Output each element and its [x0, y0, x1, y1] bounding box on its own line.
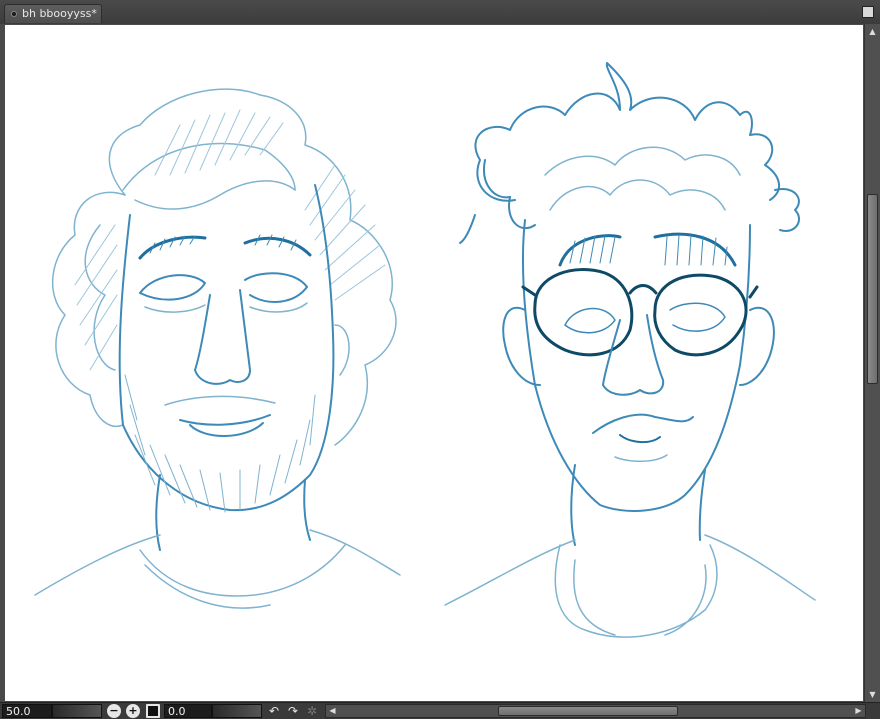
sketch-artwork	[34, 62, 816, 638]
drawing-canvas[interactable]	[5, 25, 863, 701]
document-title-bar: bh bbooyyss*	[0, 0, 880, 25]
document-tab[interactable]: bh bbooyyss*	[4, 4, 102, 23]
zoom-out-icon[interactable]: −	[107, 704, 121, 718]
scroll-right-icon[interactable]: ▶	[854, 706, 863, 716]
scroll-down-icon[interactable]: ▼	[868, 690, 877, 699]
zoom-input[interactable]: 50.0	[2, 704, 52, 718]
vertical-scrollbar[interactable]: ▲ ▼	[864, 24, 880, 702]
reset-rotation-icon[interactable]: ✲	[305, 704, 319, 718]
status-bar: 50.0 − + 0.0 ↶ ↷ ✲ ◀ ▶	[0, 702, 880, 719]
canvas-area: ▲ ▼	[0, 24, 880, 702]
horizontal-scroll-thumb[interactable]	[498, 706, 678, 716]
panel-menu-button[interactable]	[862, 6, 874, 18]
zoom-slider[interactable]	[52, 704, 102, 718]
document-tab-title: bh bbooyyss*	[22, 7, 97, 20]
rotation-input[interactable]: 0.0	[164, 704, 212, 718]
right-face-sketch	[444, 62, 816, 638]
scroll-up-icon[interactable]: ▲	[868, 27, 877, 36]
horizontal-scrollbar[interactable]: ◀ ▶	[325, 704, 866, 718]
vertical-scroll-thumb[interactable]	[867, 194, 878, 384]
tab-close-icon[interactable]	[11, 11, 17, 17]
rotation-slider[interactable]	[212, 704, 262, 718]
scroll-left-icon[interactable]: ◀	[328, 706, 337, 716]
left-face-sketch	[34, 88, 401, 609]
rotate-left-icon[interactable]: ↶	[267, 704, 281, 718]
fit-screen-icon[interactable]	[146, 704, 160, 718]
rotate-right-icon[interactable]: ↷	[286, 704, 300, 718]
zoom-in-icon[interactable]: +	[126, 704, 140, 718]
